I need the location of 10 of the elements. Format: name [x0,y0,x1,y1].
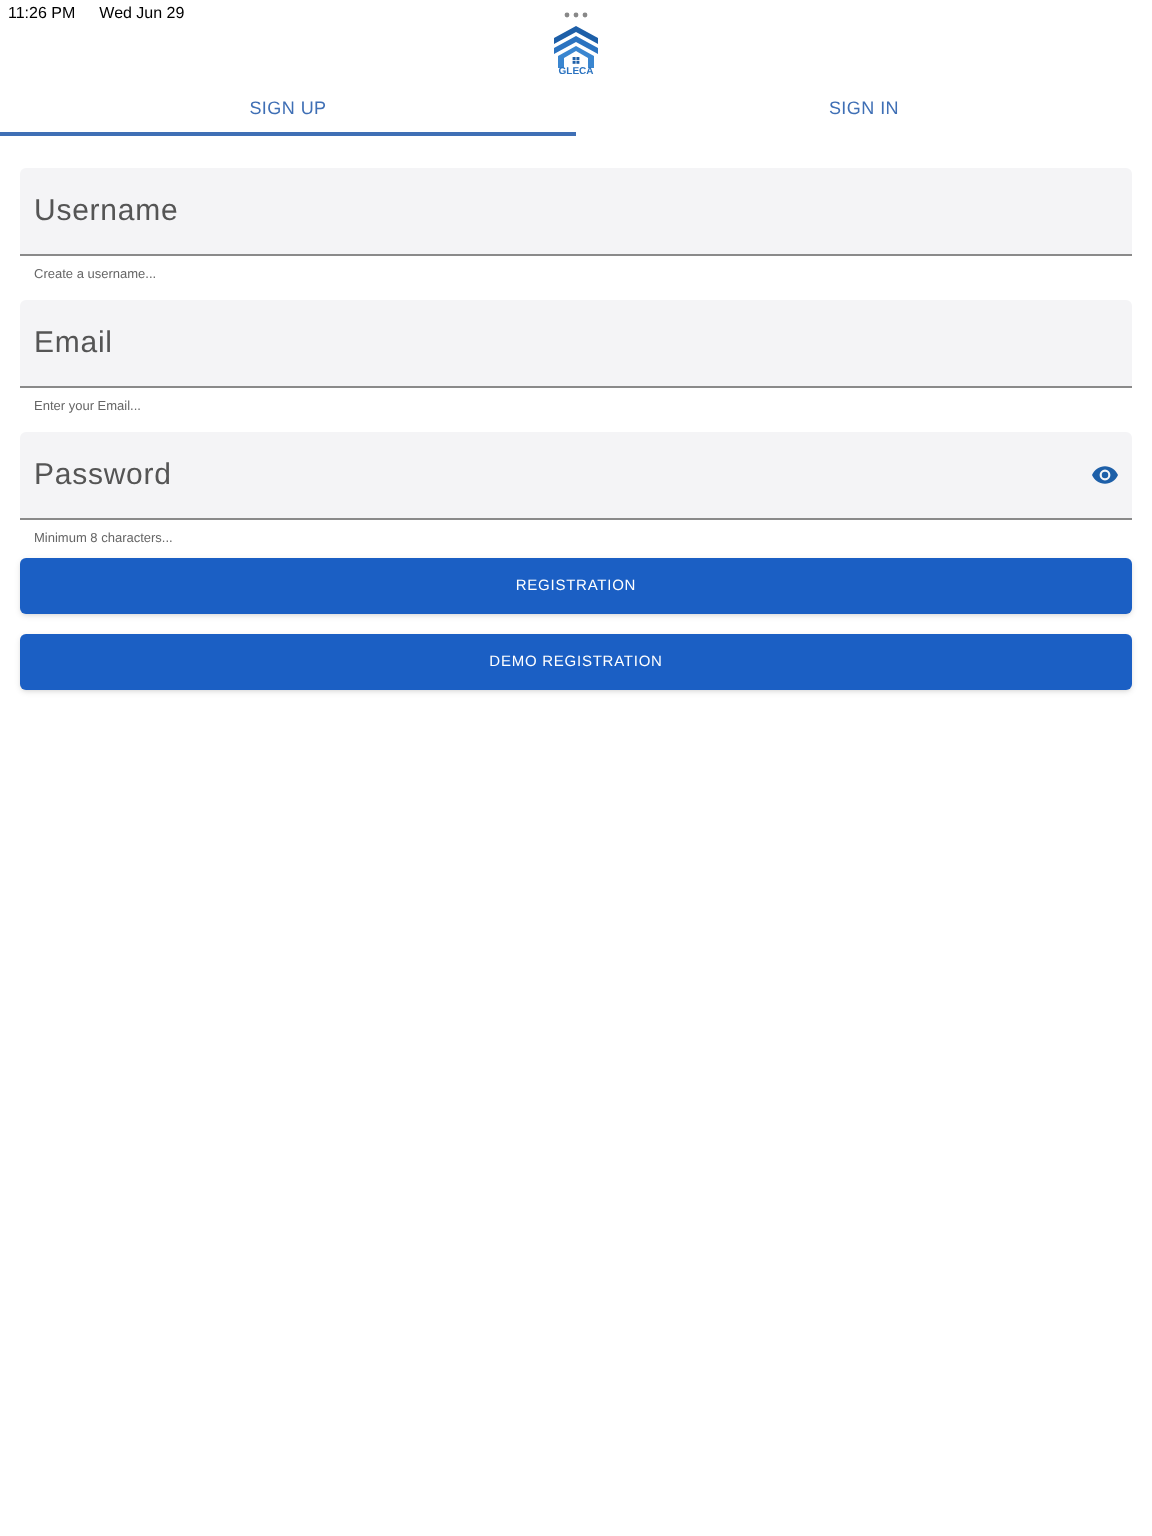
eye-icon[interactable] [1092,466,1118,484]
status-time: 11:26 PM [8,1,76,25]
more-dots-icon[interactable] [564,12,588,18]
input-field[interactable]: Email [20,300,1132,388]
tab[interactable]: SIGN UP [0,88,576,136]
house-logo-icon [554,26,598,68]
input-field[interactable]: Username [20,168,1132,256]
status-date: Wed Jun 29 [99,1,185,25]
input-field[interactable]: Password [20,432,1132,520]
tab[interactable]: SIGN IN [576,88,1152,136]
